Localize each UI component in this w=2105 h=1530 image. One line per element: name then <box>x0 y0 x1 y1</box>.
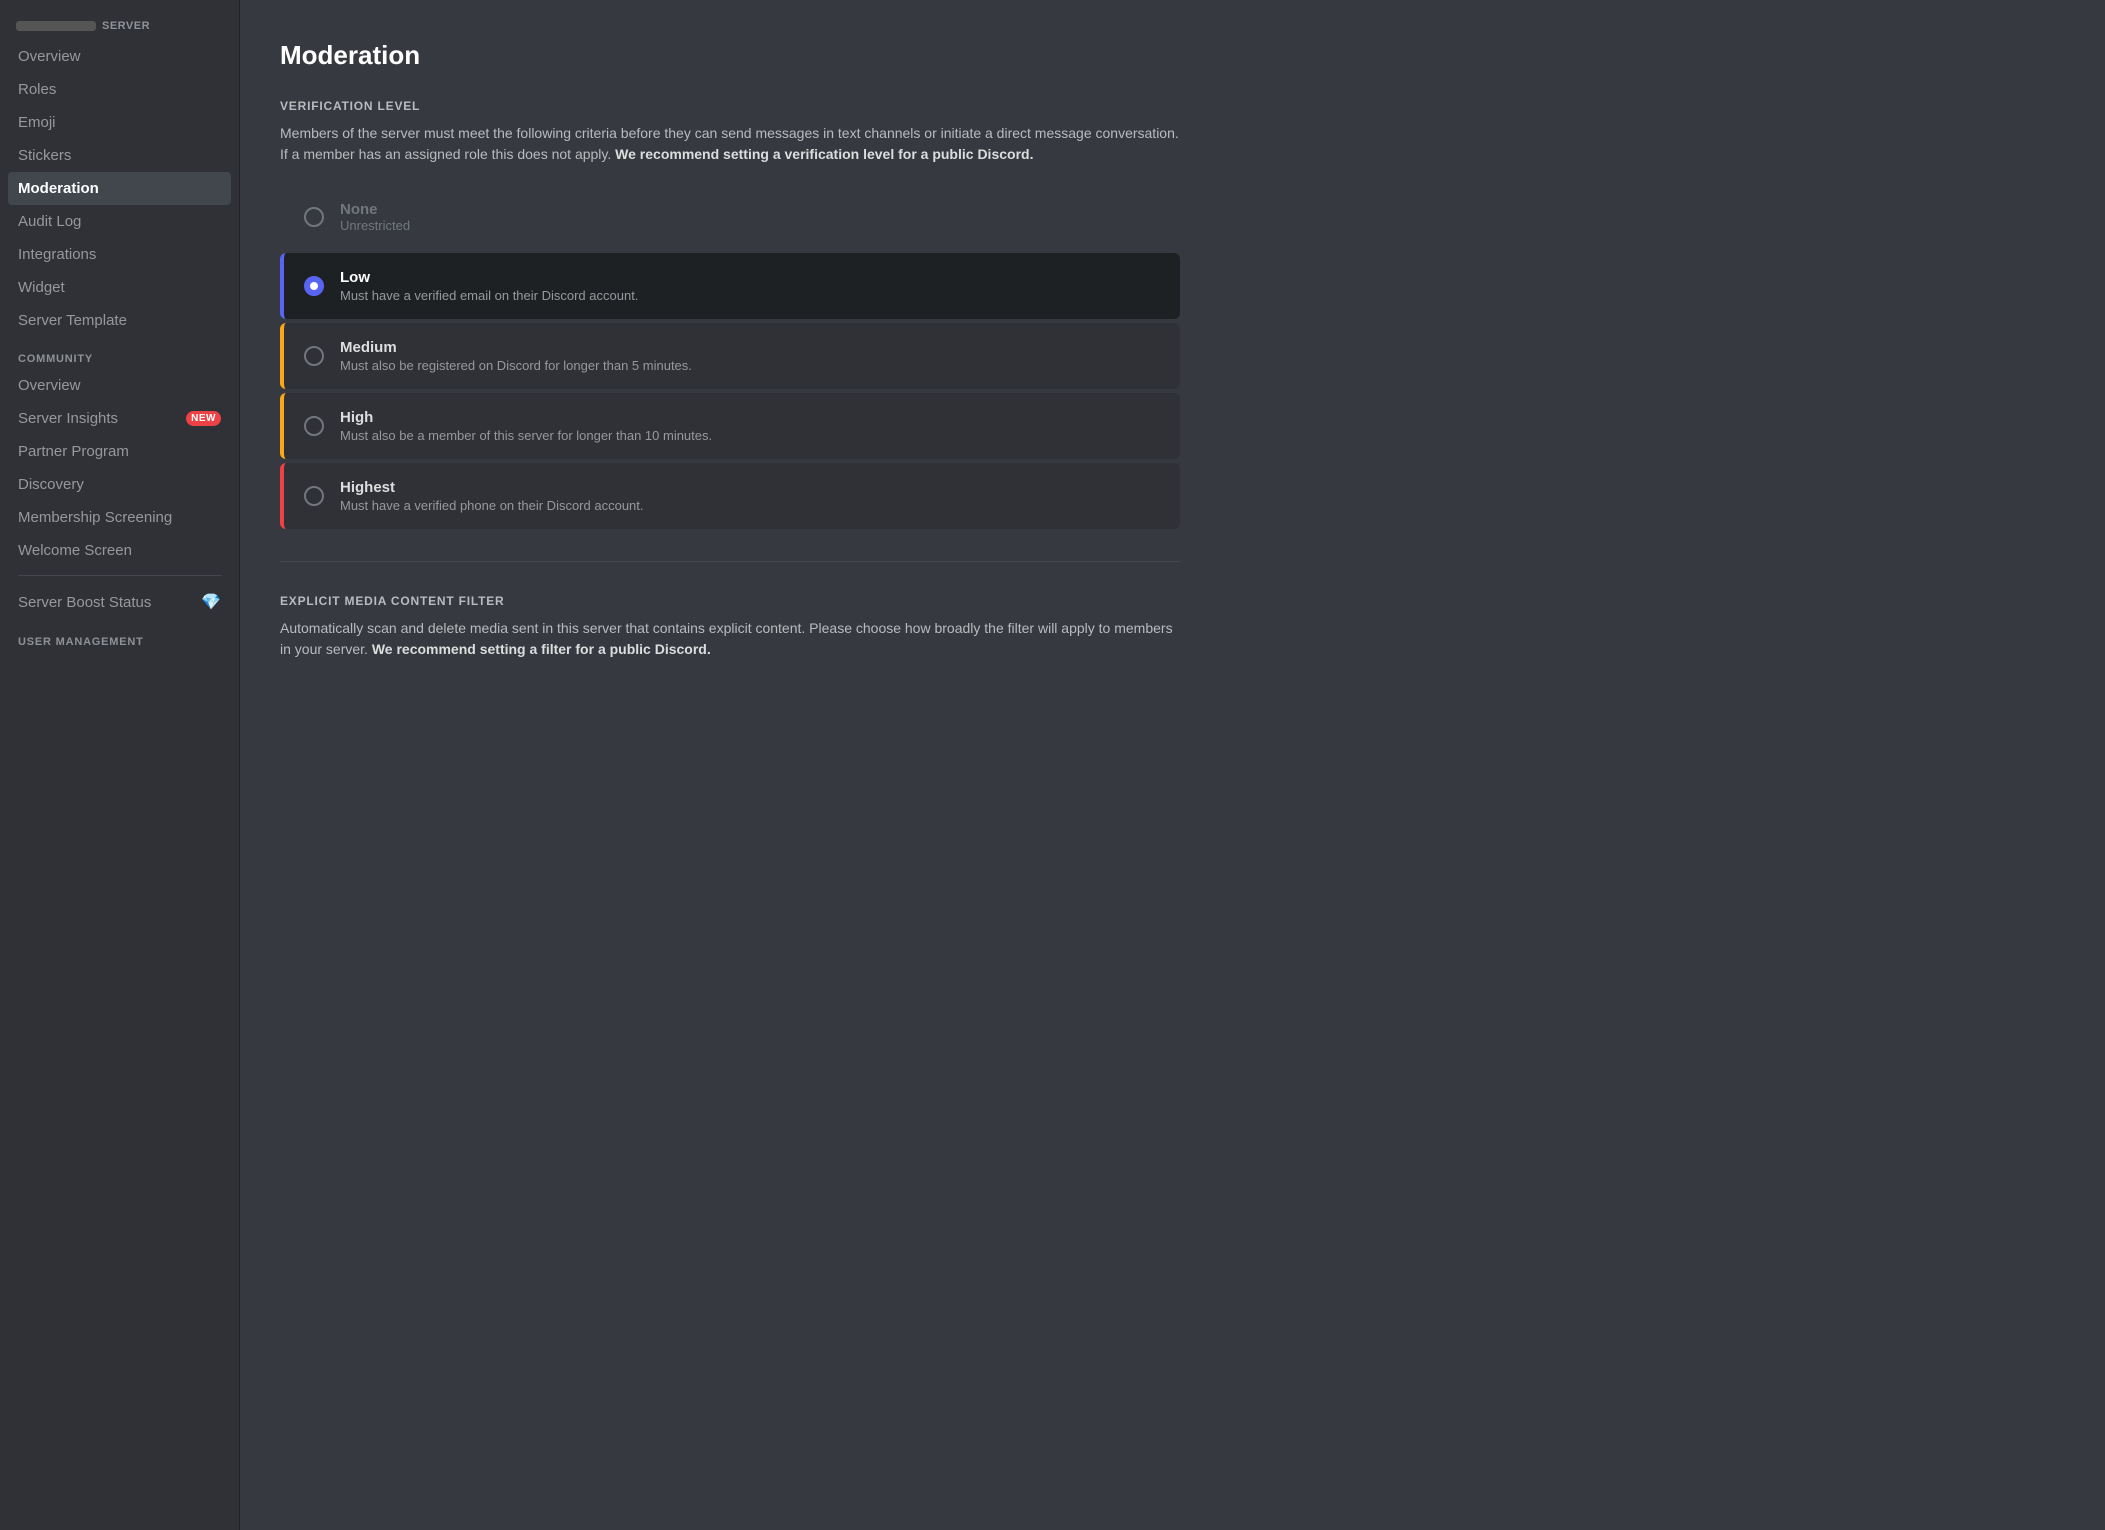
verification-description: Members of the server must meet the foll… <box>280 123 1180 165</box>
sidebar-item-label: Server Insights <box>18 410 118 427</box>
radio-circle-high <box>304 416 324 436</box>
sidebar-item-welcome-screen[interactable]: Welcome Screen <box>8 534 231 567</box>
radio-circle-highest <box>304 486 324 506</box>
sidebar-item-label: Server Boost Status <box>18 594 151 611</box>
sidebar-item-label: Stickers <box>18 147 71 164</box>
sidebar-item-server-insights[interactable]: Server Insights NEW <box>8 402 231 435</box>
radio-title-medium: Medium <box>340 339 1160 356</box>
radio-option-highest[interactable]: Highest Must have a verified phone on th… <box>280 463 1180 529</box>
sidebar-item-emoji[interactable]: Emoji <box>8 106 231 139</box>
server-label-text: SERVER <box>102 20 150 32</box>
radio-title-high: High <box>340 409 1160 426</box>
sidebar-item-label: Integrations <box>18 246 96 263</box>
sidebar-item-label: Roles <box>18 81 56 98</box>
sidebar-item-widget[interactable]: Widget <box>8 271 231 304</box>
radio-desc-medium: Must also be registered on Discord for l… <box>340 358 1160 373</box>
radio-desc-high: Must also be a member of this server for… <box>340 428 1160 443</box>
radio-option-high[interactable]: High Must also be a member of this serve… <box>280 393 1180 459</box>
sidebar-item-label: Overview <box>18 377 81 394</box>
radio-content-highest: Highest Must have a verified phone on th… <box>340 479 1160 513</box>
sidebar-item-label: Widget <box>18 279 65 296</box>
radio-option-none[interactable]: None Unrestricted <box>280 185 1180 249</box>
sidebar-item-label: Discovery <box>18 476 84 493</box>
section-divider <box>280 561 1180 562</box>
user-management-section-header: USER MANAGEMENT <box>8 620 231 652</box>
community-section-header: COMMUNITY <box>8 337 231 369</box>
explicit-filter-description: Automatically scan and delete media sent… <box>280 618 1180 660</box>
sidebar-item-server-template[interactable]: Server Template <box>8 304 231 337</box>
sidebar-item-integrations[interactable]: Integrations <box>8 238 231 271</box>
sidebar-item-moderation[interactable]: Moderation <box>8 172 231 205</box>
sidebar-item-label: Server Template <box>18 312 127 329</box>
explicit-filter-section: EXPLICIT MEDIA CONTENT FILTER Automatica… <box>280 594 2065 660</box>
radio-title-low: Low <box>340 269 1160 286</box>
sidebar-item-label: Overview <box>18 48 81 65</box>
sidebar-item-roles[interactable]: Roles <box>8 73 231 106</box>
radio-circle-none <box>304 207 324 227</box>
radio-content-low: Low Must have a verified email on their … <box>340 269 1160 303</box>
radio-content-medium: Medium Must also be registered on Discor… <box>340 339 1160 373</box>
radio-title-none: None <box>340 201 1160 218</box>
main-content: Moderation VERIFICATION LEVEL Members of… <box>240 0 2105 1530</box>
radio-option-medium[interactable]: Medium Must also be registered on Discor… <box>280 323 1180 389</box>
verification-section-label: VERIFICATION LEVEL <box>280 99 2065 113</box>
verification-description-bold: We recommend setting a verification leve… <box>615 146 1033 162</box>
server-section-header: SERVER <box>8 16 231 40</box>
verification-section: VERIFICATION LEVEL Members of the server… <box>280 99 2065 529</box>
radio-desc-none: Unrestricted <box>340 218 1160 233</box>
page-title: Moderation <box>280 40 2065 71</box>
sidebar-item-label: Partner Program <box>18 443 129 460</box>
radio-content-none: None Unrestricted <box>340 201 1160 233</box>
sidebar-item-boost-status[interactable]: Server Boost Status 💎 <box>8 584 231 620</box>
radio-content-high: High Must also be a member of this serve… <box>340 409 1160 443</box>
sidebar-item-discovery[interactable]: Discovery <box>8 468 231 501</box>
sidebar: SERVER Overview Roles Emoji Stickers Mod… <box>0 0 240 1530</box>
sidebar-item-label: Welcome Screen <box>18 542 132 559</box>
sidebar-item-stickers[interactable]: Stickers <box>8 139 231 172</box>
radio-circle-medium <box>304 346 324 366</box>
radio-desc-low: Must have a verified email on their Disc… <box>340 288 1160 303</box>
sidebar-item-membership-screening[interactable]: Membership Screening <box>8 501 231 534</box>
sidebar-item-label: Membership Screening <box>18 509 172 526</box>
radio-desc-highest: Must have a verified phone on their Disc… <box>340 498 1160 513</box>
radio-option-low[interactable]: Low Must have a verified email on their … <box>280 253 1180 319</box>
explicit-filter-section-label: EXPLICIT MEDIA CONTENT FILTER <box>280 594 2065 608</box>
sidebar-divider <box>18 575 221 576</box>
new-badge: NEW <box>186 411 221 426</box>
explicit-filter-description-bold: We recommend setting a filter for a publ… <box>372 641 711 657</box>
sidebar-item-partner-program[interactable]: Partner Program <box>8 435 231 468</box>
sidebar-item-label: Moderation <box>18 180 99 197</box>
sidebar-item-label: Audit Log <box>18 213 81 230</box>
radio-circle-low <box>304 276 324 296</box>
radio-title-highest: Highest <box>340 479 1160 496</box>
boost-icon: 💎 <box>201 592 221 612</box>
sidebar-item-overview[interactable]: Overview <box>8 40 231 73</box>
sidebar-item-audit-log[interactable]: Audit Log <box>8 205 231 238</box>
sidebar-item-label: Emoji <box>18 114 56 131</box>
sidebar-item-community-overview[interactable]: Overview <box>8 369 231 402</box>
server-name-redacted <box>16 21 96 31</box>
